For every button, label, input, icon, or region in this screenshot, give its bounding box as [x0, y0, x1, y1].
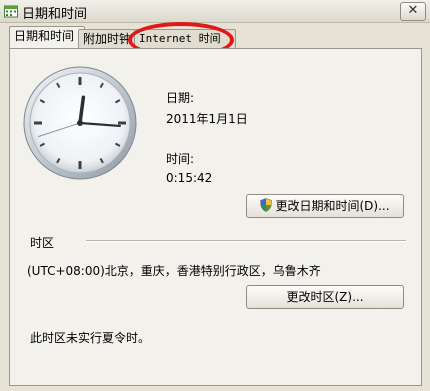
- close-button[interactable]: ✕: [400, 2, 426, 21]
- change-timezone-button[interactable]: 更改时区(Z)...: [246, 285, 404, 309]
- tab-date-time[interactable]: 日期和时间: [9, 26, 85, 49]
- dst-note: 此时区未实行夏令时。: [30, 331, 151, 345]
- timezone-value: (UTC+08:00)北京，重庆，香港特别行政区，乌鲁木齐: [27, 264, 321, 278]
- analog-clock: [23, 66, 137, 180]
- datetime-app-icon: [4, 5, 18, 18]
- tab-label: 日期和时间: [14, 29, 75, 43]
- clock-center: [77, 120, 83, 126]
- window-title: 日期和时间: [22, 7, 88, 22]
- title-bar: 日期和时间 ✕: [0, 0, 430, 23]
- close-icon: ✕: [407, 3, 419, 18]
- button-label: 更改日期和时间(D)...: [275, 199, 390, 213]
- time-value: 0:15:42: [166, 171, 213, 185]
- date-value: 2011年1月1日: [166, 112, 248, 126]
- time-label: 时间:: [166, 152, 195, 166]
- change-datetime-button[interactable]: 更改日期和时间(D)...: [246, 194, 404, 218]
- timezone-divider: [86, 240, 406, 242]
- uac-shield-icon: [260, 198, 273, 212]
- button-label: 更改时区(Z)...: [286, 290, 364, 304]
- tab-label: 附加时钟: [83, 32, 132, 46]
- tab-panel: 日期: 2011年1月1日 时间: 0:15:42 更改日期和时间(D)... …: [9, 48, 422, 386]
- date-label: 日期:: [166, 91, 195, 105]
- timezone-section-label: 时区: [30, 236, 55, 250]
